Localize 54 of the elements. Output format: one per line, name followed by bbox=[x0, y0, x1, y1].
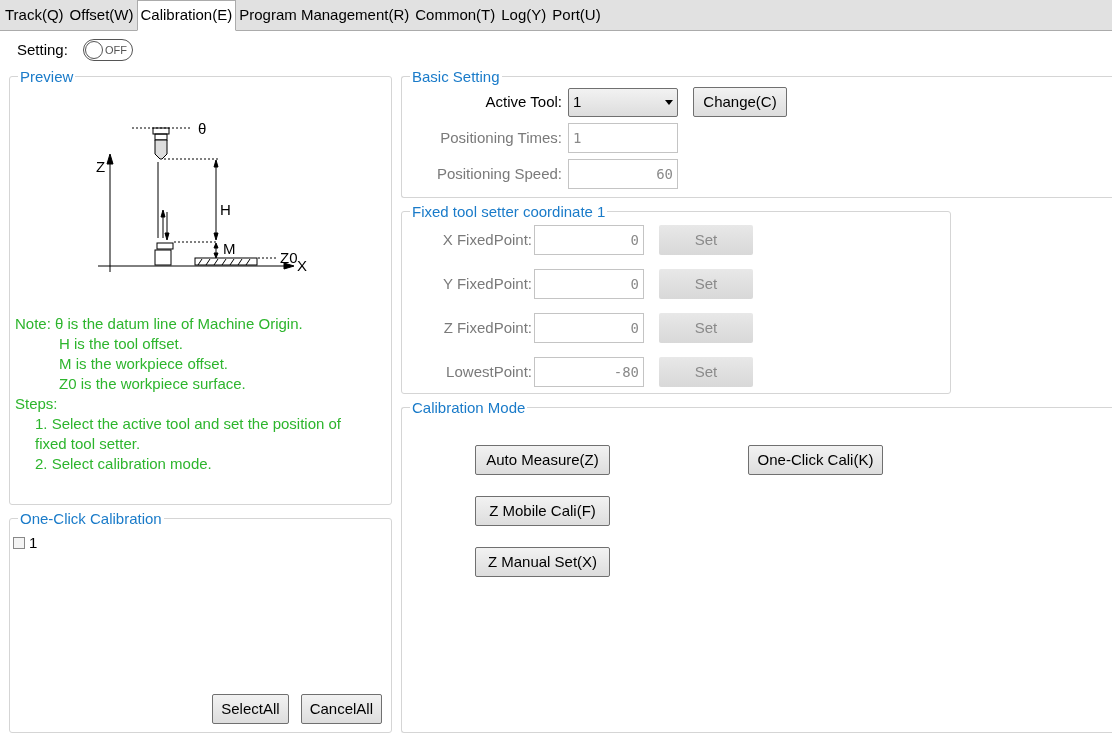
up-down-arrow bbox=[160, 209, 170, 241]
field-label: Z FixedPoint: bbox=[442, 317, 533, 338]
field-label: Y FixedPoint: bbox=[442, 273, 533, 294]
step-text: 2. Select calibration mode. bbox=[34, 454, 213, 474]
field-label: X FixedPoint: bbox=[441, 229, 533, 250]
calibration-button[interactable]: Z Mobile Cali(F) bbox=[475, 496, 610, 526]
calibration-button[interactable]: Auto Measure(Z) bbox=[475, 445, 610, 475]
field-label: Active Tool: bbox=[484, 91, 563, 112]
datum-line bbox=[131, 127, 191, 129]
z-axis-label: Z bbox=[96, 158, 106, 175]
spindle-tool-drawing bbox=[152, 127, 170, 160]
x-axis-label: X bbox=[297, 257, 307, 272]
section-title: One-Click Calibration bbox=[19, 511, 163, 526]
note-text: M is the workpiece offset. bbox=[58, 354, 229, 374]
toggle-switch[interactable]: OFF bbox=[82, 39, 133, 61]
section-title: Preview bbox=[19, 69, 75, 84]
tool-dropdown[interactable]: 1 bbox=[568, 87, 678, 117]
tab[interactable]: Port(U) bbox=[549, 0, 604, 30]
action-button[interactable]: SelectAll bbox=[212, 694, 289, 724]
tab[interactable]: Track(Q) bbox=[2, 0, 67, 30]
m-label: M bbox=[223, 240, 236, 257]
change-button[interactable]: Change(C) bbox=[693, 87, 787, 117]
surface-line bbox=[257, 257, 279, 259]
field-label: LowestPoint: bbox=[445, 361, 533, 382]
note-text: Z0 is the workpiece surface. bbox=[58, 374, 247, 394]
workpiece-drawing bbox=[194, 257, 258, 266]
field-label: Positioning Speed: bbox=[435, 163, 563, 184]
z0-label: Z0 bbox=[280, 249, 298, 266]
dropdown-caret-icon bbox=[665, 99, 673, 105]
tab[interactable]: Log(Y) bbox=[498, 0, 550, 30]
tab[interactable]: Calibration(E) bbox=[136, 0, 237, 31]
m-dimension-arrow bbox=[213, 242, 219, 259]
step-text: 1. Select the active tool and set the position of fixed tool setter. bbox=[34, 414, 343, 454]
setter-top-line bbox=[173, 241, 219, 243]
steps-title: Steps: bbox=[15, 394, 59, 414]
setting-label: Setting: bbox=[17, 39, 68, 60]
datum-label: θ bbox=[198, 120, 207, 137]
field-label: Positioning Times: bbox=[439, 127, 563, 148]
tab[interactable]: Offset(W) bbox=[66, 0, 137, 30]
section-title: Fixed tool setter coordinate 1 bbox=[411, 204, 607, 219]
section-title: Basic Setting bbox=[411, 69, 501, 84]
calibration-button[interactable]: One-Click Cali(K) bbox=[748, 445, 883, 475]
note-text: Note: θ is the datum line of Machine Origin. bbox=[15, 314, 304, 334]
tool-tip-line bbox=[163, 158, 221, 160]
tab[interactable]: Program Management(R) bbox=[236, 0, 413, 30]
calibration-button[interactable]: Z Manual Set(X) bbox=[475, 547, 610, 577]
h-label: H bbox=[220, 201, 231, 218]
note-text: H is the tool offset. bbox=[58, 334, 184, 354]
action-button[interactable]: CancelAll bbox=[300, 694, 382, 724]
section-title: Calibration Mode bbox=[411, 400, 527, 415]
checkbox[interactable] bbox=[13, 537, 25, 550]
checkbox-label: 1 bbox=[29, 533, 38, 553]
tool-setter-drawing bbox=[154, 242, 174, 266]
tab[interactable]: Common(T) bbox=[412, 0, 499, 30]
